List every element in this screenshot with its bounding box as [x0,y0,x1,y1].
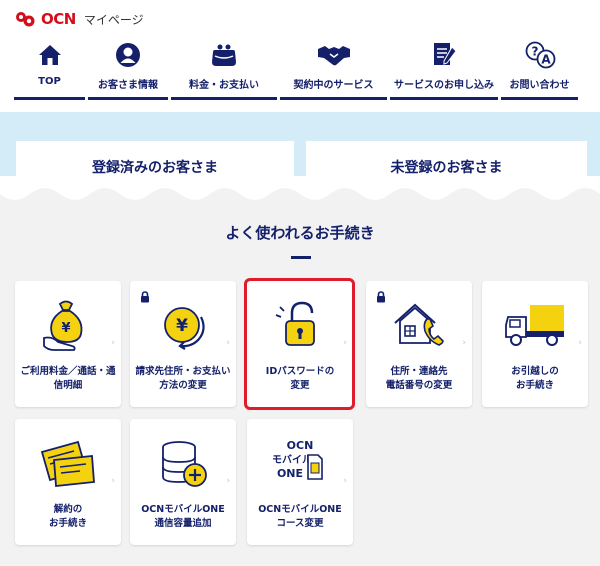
nav-item-contracted-services[interactable]: 契約中のサービス [280,38,387,100]
nav-item-customer-info[interactable]: お客さま情報 [88,38,168,100]
nav-label: TOP [38,76,61,87]
card-label-line2: お手続き [515,380,554,391]
card-label-line2: 変更 [290,380,310,391]
user-icon [116,43,140,67]
site-header: OCN マイページ TOP お客さま情報 料金・お支払い 契約中のサービス サー… [0,0,600,112]
ocn-logo-mark-icon [16,12,35,27]
card-label-line1: 解約の [53,504,83,515]
card-label-line1: 住所・連絡先 [390,366,448,377]
chevron-right-icon: › [343,476,347,486]
nav-item-contact[interactable]: ? A お問い合わせ [501,38,578,100]
section-title: よく使われるお手続き [225,224,375,242]
moving-truck-icon [505,305,564,346]
card-label-line1: 請求先住所・お支払い [135,366,231,377]
card-label-line2: 通信容量追加 [154,518,212,529]
nav-item-service-application[interactable]: サービスのお申し込み [390,38,498,100]
card-cancellation-procedure[interactable]: 解約の お手続き › [15,419,121,545]
card-label-line1: ご利用料金／通話・通 [20,366,116,377]
sim-card-icon: OCN モバイル ONE [272,439,323,480]
yen-coin-icon: ¥ [164,307,205,350]
house-phone-icon [394,303,444,346]
wallet-icon [212,44,236,66]
badge-text-mobile: モバイル [272,454,312,466]
tickets-icon [40,440,95,487]
nav-item-top[interactable]: TOP [14,38,85,100]
nav-label: サービスのお申し込み [394,80,494,91]
chevron-right-icon: › [226,476,230,486]
badge-text-one: ONE [277,467,303,480]
card-address-contact-change[interactable]: 住所・連絡先 電話番号の変更 › [366,281,472,407]
nav-label: 料金・お支払い [189,80,259,91]
svg-text:¥: ¥ [176,316,188,336]
global-navigation: TOP お客さま情報 料金・お支払い 契約中のサービス サービスのお申し込み ?… [14,38,588,100]
card-mobile-data-add[interactable]: OCNモバイルONE 通信容量追加 › [130,419,236,545]
nav-label: お客さま情報 [98,80,158,91]
home-icon [38,45,61,65]
card-label-line1: IDパスワードの [265,366,335,377]
page-subtitle: マイページ [83,12,144,27]
card-label-line1: OCNモバイルONE [141,504,225,515]
badge-text-ocn: OCN [287,439,314,452]
brand-name: OCN [41,10,76,28]
card-label-line2: 信明細 [53,380,83,391]
nav-item-billing[interactable]: 料金・お支払い [171,38,277,100]
question-answer-icon: ? A [525,41,555,69]
nav-label: お問い合わせ [509,80,570,91]
card-id-password-change[interactable]: IDパスワードの 変更 › [247,281,353,407]
handshake-icon [317,46,350,66]
chevron-right-icon: › [111,338,115,348]
title-underline [291,256,311,259]
card-label-line1: OCNモバイルONE [258,504,342,515]
card-label-line2: コース変更 [276,518,324,529]
card-label-line2: お手続き [48,518,87,529]
svg-text:A: A [541,53,551,67]
card-mobile-course-change[interactable]: OCN モバイル ONE OCNモバイルONE コース変更 › [247,419,353,545]
svg-text:¥: ¥ [61,321,70,336]
chevron-right-icon: › [226,338,230,348]
money-bag-icon: ¥ [43,300,83,351]
card-usage-charges[interactable]: ¥ ご利用料金／通話・通 信明細 › [15,281,121,407]
chevron-right-icon: › [111,476,115,486]
card-label-line2: 電話番号の変更 [385,380,453,391]
chevron-right-icon: › [578,338,582,348]
card-label-line2: 方法の変更 [159,380,207,391]
padlock-icon [275,301,315,346]
chevron-right-icon: › [343,338,347,348]
card-moving-procedure[interactable]: お引越しの お手続き › [482,281,588,407]
card-label-line1: お引越しの [511,366,559,377]
nav-label: 契約中のサービス [293,80,374,91]
card-billing-address-payment[interactable]: ¥ 請求先住所・お支払い 方法の変更 › [130,281,236,407]
document-pen-icon [434,43,457,65]
chevron-right-icon: › [462,338,466,348]
data-add-icon [162,441,207,487]
ocn-logo[interactable]: OCN マイページ [14,8,144,30]
wave-divider [0,176,600,206]
